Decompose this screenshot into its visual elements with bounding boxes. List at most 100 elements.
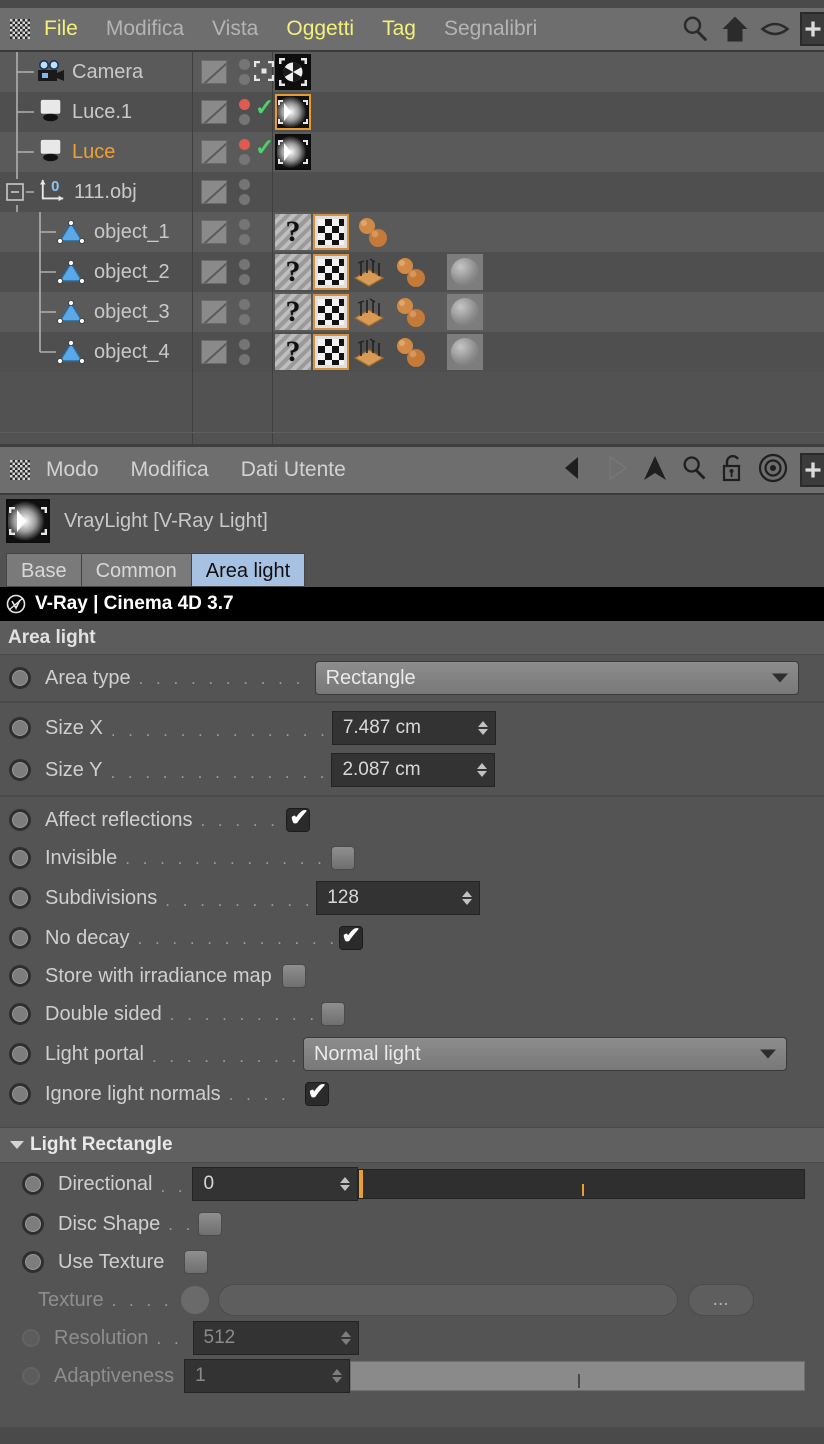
param-row-use-texture[interactable]: Use Texture — [0, 1243, 824, 1281]
param-row-size-x[interactable]: Size X . . . . . . . . . . . . . . . . 7… — [0, 707, 824, 749]
tag-cell[interactable] — [272, 92, 824, 132]
param-row-double-sided[interactable]: Double sided . . . . . . . . . . — [0, 995, 824, 1033]
unknown-tag-icon[interactable]: ? — [275, 254, 311, 290]
animation-keyframe-dot[interactable] — [22, 1173, 44, 1195]
uvw-tag-icon[interactable] — [351, 294, 387, 330]
material-tag-icon[interactable] — [389, 334, 445, 370]
animation-keyframe-dot[interactable] — [9, 847, 31, 869]
move-handle-icon[interactable] — [253, 60, 275, 82]
resolution-input[interactable]: 512 — [192, 1321, 359, 1355]
subdivisions-input[interactable]: 128 — [316, 881, 481, 915]
render-visibility-dot[interactable] — [239, 74, 250, 85]
camera-tag-icon[interactable] — [275, 54, 311, 90]
light-portal-dropdown[interactable]: Normal light — [302, 1037, 787, 1071]
invisible-checkbox[interactable] — [331, 846, 356, 870]
menu-item-modo[interactable]: Modo — [30, 458, 115, 482]
render-visibility-dot[interactable] — [239, 114, 250, 125]
search-icon[interactable] — [680, 14, 710, 44]
param-row-affect-reflections[interactable]: Affect reflections . . . . . . . — [0, 801, 824, 839]
editor-visibility-dot[interactable] — [239, 219, 250, 230]
tag-cell[interactable]: ? — [272, 252, 824, 292]
visibility-cell[interactable] — [192, 292, 272, 332]
store-with-irradiance-map-checkbox[interactable] — [281, 964, 306, 988]
object-label[interactable]: Luce.1 — [72, 101, 132, 124]
slider-handle[interactable] — [359, 1170, 364, 1198]
object-label[interactable]: Luce — [72, 141, 115, 164]
tag-cell[interactable]: ? — [272, 212, 824, 252]
render-visibility-dot[interactable] — [239, 194, 250, 205]
enabled-check-icon[interactable]: ✓ — [255, 96, 274, 119]
visibility-dots[interactable] — [239, 59, 250, 89]
animation-keyframe-dot[interactable] — [9, 1043, 31, 1065]
uvw-tag-icon[interactable] — [351, 254, 387, 290]
tab-area-light[interactable]: Area light — [190, 553, 306, 587]
texture-preview-button[interactable] — [179, 1285, 210, 1315]
home-icon[interactable] — [720, 14, 750, 44]
table-row[interactable]: Luce ✓ — [0, 132, 824, 172]
stepper-icon[interactable] — [477, 721, 488, 735]
unlock-icon[interactable] — [720, 453, 746, 488]
layer-swatch[interactable] — [201, 260, 227, 284]
param-row-texture[interactable]: Texture . . . . . ... — [0, 1281, 824, 1319]
object-label[interactable]: object_3 — [94, 301, 170, 324]
directional-slider[interactable] — [358, 1169, 805, 1199]
area-type-dropdown[interactable]: Rectangle — [314, 661, 799, 695]
param-row-area-type[interactable]: Area type . . . . . . . . . . . . . . Re… — [0, 655, 824, 697]
use-texture-checkbox[interactable] — [184, 1250, 209, 1274]
animation-keyframe-dot[interactable] — [9, 667, 31, 689]
vray-light-tag-icon[interactable] — [275, 134, 311, 170]
texture-path-input[interactable] — [217, 1284, 678, 1316]
unknown-tag-icon[interactable]: ? — [275, 334, 311, 370]
forward-arrow-icon[interactable] — [596, 455, 630, 486]
param-row-subdivisions[interactable]: Subdivisions . . . . . . . . . . . 128 — [0, 877, 824, 919]
editor-visibility-dot[interactable] — [239, 139, 250, 150]
checker-texture-tag-icon[interactable] — [313, 294, 349, 330]
object-name-cell[interactable]: Luce — [0, 132, 192, 172]
object-name-cell[interactable]: object_4 — [0, 332, 192, 372]
double-sided-checkbox[interactable] — [320, 1002, 345, 1026]
render-visibility-dot[interactable] — [239, 274, 250, 285]
param-row-resolution[interactable]: Resolution . . 512 — [0, 1319, 824, 1357]
animation-keyframe-dot[interactable] — [9, 717, 31, 739]
menu-item-modifica[interactable]: Modifica — [92, 7, 198, 51]
object-label[interactable]: 111.obj — [74, 181, 137, 204]
menu-item-segnalibri[interactable]: Segnalibri — [430, 7, 551, 51]
sphere-material-tag-icon[interactable] — [447, 294, 483, 330]
table-row[interactable]: object_4 ? — [0, 332, 824, 372]
editor-visibility-dot[interactable] — [239, 99, 250, 110]
menu-item-tag[interactable]: Tag — [368, 7, 430, 51]
tag-cell[interactable] — [272, 52, 824, 92]
panel-grip-handle[interactable] — [10, 19, 30, 39]
menu-item-modifica[interactable]: Modifica — [115, 458, 225, 482]
layer-swatch[interactable] — [201, 60, 227, 84]
material-tag-icon[interactable] — [389, 294, 445, 330]
ignore-light-normals-checkbox[interactable] — [304, 1078, 329, 1106]
param-row-size-y[interactable]: Size Y . . . . . . . . . . . . . . . . 2… — [0, 749, 824, 791]
no-decay-checkbox[interactable] — [338, 922, 363, 950]
animation-keyframe-dot[interactable] — [9, 965, 31, 987]
stepper-icon[interactable] — [340, 1331, 351, 1345]
tag-cell[interactable] — [272, 172, 824, 212]
texture-browse-button[interactable]: ... — [687, 1284, 754, 1316]
table-row[interactable]: object_1 ? — [0, 212, 824, 252]
visibility-dots[interactable] — [239, 219, 250, 249]
animation-keyframe-dot[interactable] — [22, 1367, 40, 1385]
editor-visibility-dot[interactable] — [239, 299, 250, 310]
object-label[interactable]: object_1 — [94, 221, 170, 244]
animation-keyframe-dot[interactable] — [9, 759, 31, 781]
material-tag-icon[interactable] — [351, 214, 407, 250]
add-attribute-button[interactable] — [800, 453, 824, 487]
render-visibility-dot[interactable] — [239, 154, 250, 165]
object-name-cell[interactable]: 0 111.obj — [0, 172, 192, 212]
param-row-disc-shape[interactable]: Disc Shape . . — [0, 1205, 824, 1243]
object-label[interactable]: Camera — [72, 61, 143, 84]
animation-keyframe-dot[interactable] — [9, 887, 31, 909]
visibility-cell[interactable] — [192, 52, 275, 92]
visibility-dots[interactable] — [239, 179, 250, 209]
tab-base[interactable]: Base — [6, 553, 81, 587]
vray-light-tag-icon[interactable] — [275, 94, 311, 130]
tag-cell[interactable]: ? — [272, 292, 824, 332]
affect-reflections-checkbox[interactable] — [286, 804, 311, 832]
editor-visibility-dot[interactable] — [239, 179, 250, 190]
unknown-tag-icon[interactable]: ? — [275, 214, 311, 250]
